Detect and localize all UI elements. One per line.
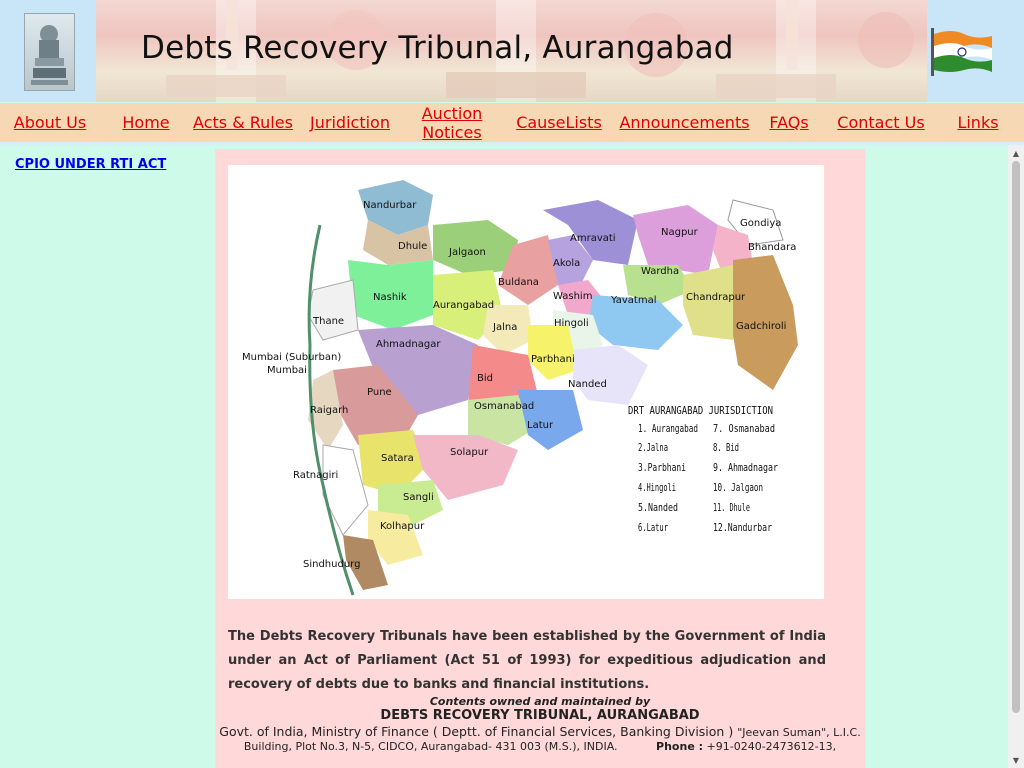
intro-paragraph: The Debts Recovery Tribunals have been e…: [228, 629, 826, 692]
map-label: Nandurbar: [363, 200, 417, 211]
legend-entry: 10. Jalgaon: [713, 481, 763, 494]
site-title: Debts Recovery Tribunal, Aurangabad: [141, 30, 734, 66]
header: Debts Recovery Tribunal, Aurangabad: [0, 0, 1024, 102]
legend-entry: 7. Osmanabad: [713, 422, 775, 435]
map-label: Gondiya: [740, 218, 781, 229]
map-label: Dhule: [398, 241, 427, 252]
map-label: Nanded: [568, 379, 607, 390]
footer-owned-by: Contents owned and maintained by: [429, 695, 651, 708]
map-label: Hingoli: [554, 318, 589, 329]
map-label: Thane: [312, 316, 344, 327]
right-sidebar: [865, 149, 1002, 768]
main-content: Nandurbar Dhule Jalgaon Nashik Aurangaba…: [215, 149, 865, 768]
legend-entry: 2.Jalna: [638, 441, 668, 454]
scrollbar-thumb[interactable]: [1012, 161, 1020, 713]
legend-entry: 6.Latur: [638, 521, 668, 534]
region-thane: [307, 279, 359, 341]
nav-contact-us[interactable]: Contact Us: [834, 103, 928, 142]
footer: Contents owned and maintained by DEBTS R…: [215, 695, 865, 753]
map-label: Washim: [553, 291, 592, 302]
nav-juridiction[interactable]: Juridiction: [307, 103, 393, 142]
map-label: Latur: [527, 420, 554, 431]
footer-ministry-line: Govt. of India, Ministry of Finance ( De…: [215, 724, 865, 740]
nav-about-us[interactable]: About Us: [12, 103, 88, 142]
legend-entry: 11. Dhule: [713, 501, 750, 514]
vertical-scrollbar[interactable]: ▲ ▼: [1008, 145, 1024, 768]
map-label: Jalna: [492, 322, 517, 333]
map-label: Wardha: [641, 266, 679, 277]
legend-entry: 1. Aurangabad: [638, 422, 698, 435]
map-label: Nashik: [373, 292, 407, 303]
map-label: Aurangabad: [433, 300, 494, 311]
map-label: Nagpur: [661, 227, 699, 238]
jurisdiction-map: Nandurbar Dhule Jalgaon Nashik Aurangaba…: [228, 165, 824, 599]
map-label: Bid: [477, 373, 493, 384]
scroll-up-icon[interactable]: ▲: [1008, 145, 1024, 161]
nav-links[interactable]: Links: [954, 103, 1002, 142]
map-label: Parbhani: [531, 354, 575, 365]
region-nanded: [573, 345, 648, 405]
scroll-down-icon[interactable]: ▼: [1008, 752, 1024, 768]
footer-phone: +91-0240-2473612-13,: [706, 740, 837, 753]
legend-entry: 4.Hingoli: [638, 481, 676, 494]
nav-home[interactable]: Home: [118, 103, 174, 142]
footer-phone-label: Phone :: [656, 740, 704, 753]
nav-acts-rules[interactable]: Acts & Rules: [191, 103, 295, 142]
indian-flag-icon: [930, 26, 994, 76]
map-label: Kolhapur: [380, 521, 425, 532]
map-label: Satara: [381, 453, 414, 464]
map-label: Ahmadnagar: [376, 339, 441, 350]
footer-address-start: "Jeevan Suman", L.I.C.: [737, 726, 861, 739]
map-label: Jalgaon: [448, 247, 486, 258]
maharashtra-map-svg: Nandurbar Dhule Jalgaon Nashik Aurangaba…: [242, 180, 798, 596]
legend-entry: 12.Nandurbar: [713, 521, 772, 534]
map-label: Sangli: [403, 492, 434, 503]
footer-address-line: Building, Plot No.3, N-5, CIDCO, Auranga…: [215, 740, 865, 753]
region-nagpur: [633, 205, 718, 275]
nav-announcements[interactable]: Announcements: [618, 103, 751, 142]
legend-entry: 8. Bid: [713, 441, 739, 454]
footer-ministry: Govt. of India, Ministry of Finance ( De…: [219, 724, 734, 739]
map-label: Raigarh: [310, 405, 348, 416]
map-label: Yavatmal: [610, 295, 656, 306]
map-label: Mumbai (Suburban): [242, 352, 341, 363]
left-sidebar: CPIO UNDER RTI ACT: [0, 145, 215, 768]
cpio-rti-link[interactable]: CPIO UNDER RTI ACT: [15, 157, 166, 172]
map-label: Mumbai: [267, 365, 307, 376]
legend-entry: 3.Parbhani: [638, 461, 686, 474]
map-label: Chandrapur: [686, 292, 746, 303]
map-label: Osmanabad: [474, 401, 534, 412]
footer-address: Building, Plot No.3, N-5, CIDCO, Auranga…: [243, 740, 618, 753]
footer-org-name: DEBTS RECOVERY TRIBUNAL, AURANGABAD: [380, 708, 700, 723]
main-navigation: About Us Home Acts & Rules Juridiction A…: [0, 103, 1024, 145]
legend-entry: 5.Nanded: [638, 501, 678, 514]
map-label: Ratnagiri: [293, 470, 338, 481]
map-label: Sindhudurg: [303, 559, 360, 570]
map-label: Bhandara: [748, 242, 796, 253]
nav-faqs[interactable]: FAQs: [766, 103, 812, 142]
map-label: Solapur: [450, 447, 489, 458]
state-emblem-icon: [24, 13, 75, 91]
nav-causelists[interactable]: CauseLists: [514, 103, 604, 142]
map-label: Amravati: [570, 233, 616, 244]
map-label: Gadchiroli: [736, 321, 786, 332]
map-legend-title: DRT AURANGABAD JURISDICTION: [628, 404, 773, 417]
map-label: Akola: [553, 258, 580, 269]
nav-auction-notices[interactable]: Auction Notices: [414, 103, 490, 142]
legend-entry: 9. Ahmadnagar: [713, 461, 778, 474]
map-label: Pune: [367, 387, 392, 398]
map-label: Buldana: [498, 277, 539, 288]
